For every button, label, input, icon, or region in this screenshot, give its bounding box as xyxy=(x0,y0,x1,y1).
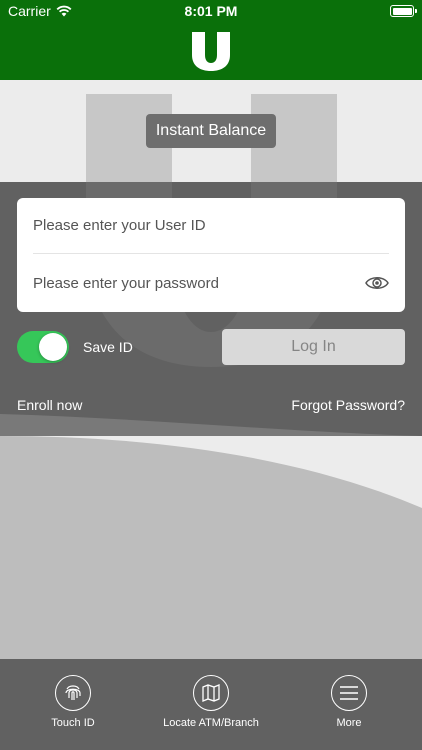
eye-icon[interactable] xyxy=(365,273,389,293)
bottom-tab-bar: Touch ID Locate ATM/Branch More xyxy=(0,659,422,750)
tab-more-label: More xyxy=(336,717,362,729)
enroll-now-link[interactable]: Enroll now xyxy=(17,397,82,413)
tab-touch-id[interactable]: Touch ID xyxy=(3,659,143,750)
status-bar: Carrier 8:01 PM xyxy=(0,0,422,22)
user-id-input[interactable] xyxy=(33,217,389,234)
menu-icon xyxy=(331,675,367,711)
clock: 8:01 PM xyxy=(184,3,238,19)
save-id-label: Save ID xyxy=(83,339,133,355)
tab-more[interactable]: More xyxy=(279,659,419,750)
save-id-toggle[interactable] xyxy=(17,331,69,363)
forgot-password-link[interactable]: Forgot Password? xyxy=(291,397,405,413)
lower-background xyxy=(0,436,422,659)
instant-balance-button[interactable]: Instant Balance xyxy=(146,114,276,148)
login-form xyxy=(17,198,405,312)
battery-icon xyxy=(390,5,417,17)
tab-locate-atm-label: Locate ATM/Branch xyxy=(163,717,259,729)
login-button[interactable]: Log In xyxy=(222,329,405,365)
map-icon xyxy=(193,675,229,711)
u-logo-icon xyxy=(192,32,230,71)
password-input[interactable] xyxy=(33,274,389,292)
toggle-knob xyxy=(39,333,67,361)
app-header xyxy=(0,22,422,80)
tab-touch-id-label: Touch ID xyxy=(51,717,95,729)
tab-locate-atm[interactable]: Locate ATM/Branch xyxy=(141,659,281,750)
password-row xyxy=(33,255,389,311)
user-id-row xyxy=(33,198,389,254)
fingerprint-icon xyxy=(55,675,91,711)
